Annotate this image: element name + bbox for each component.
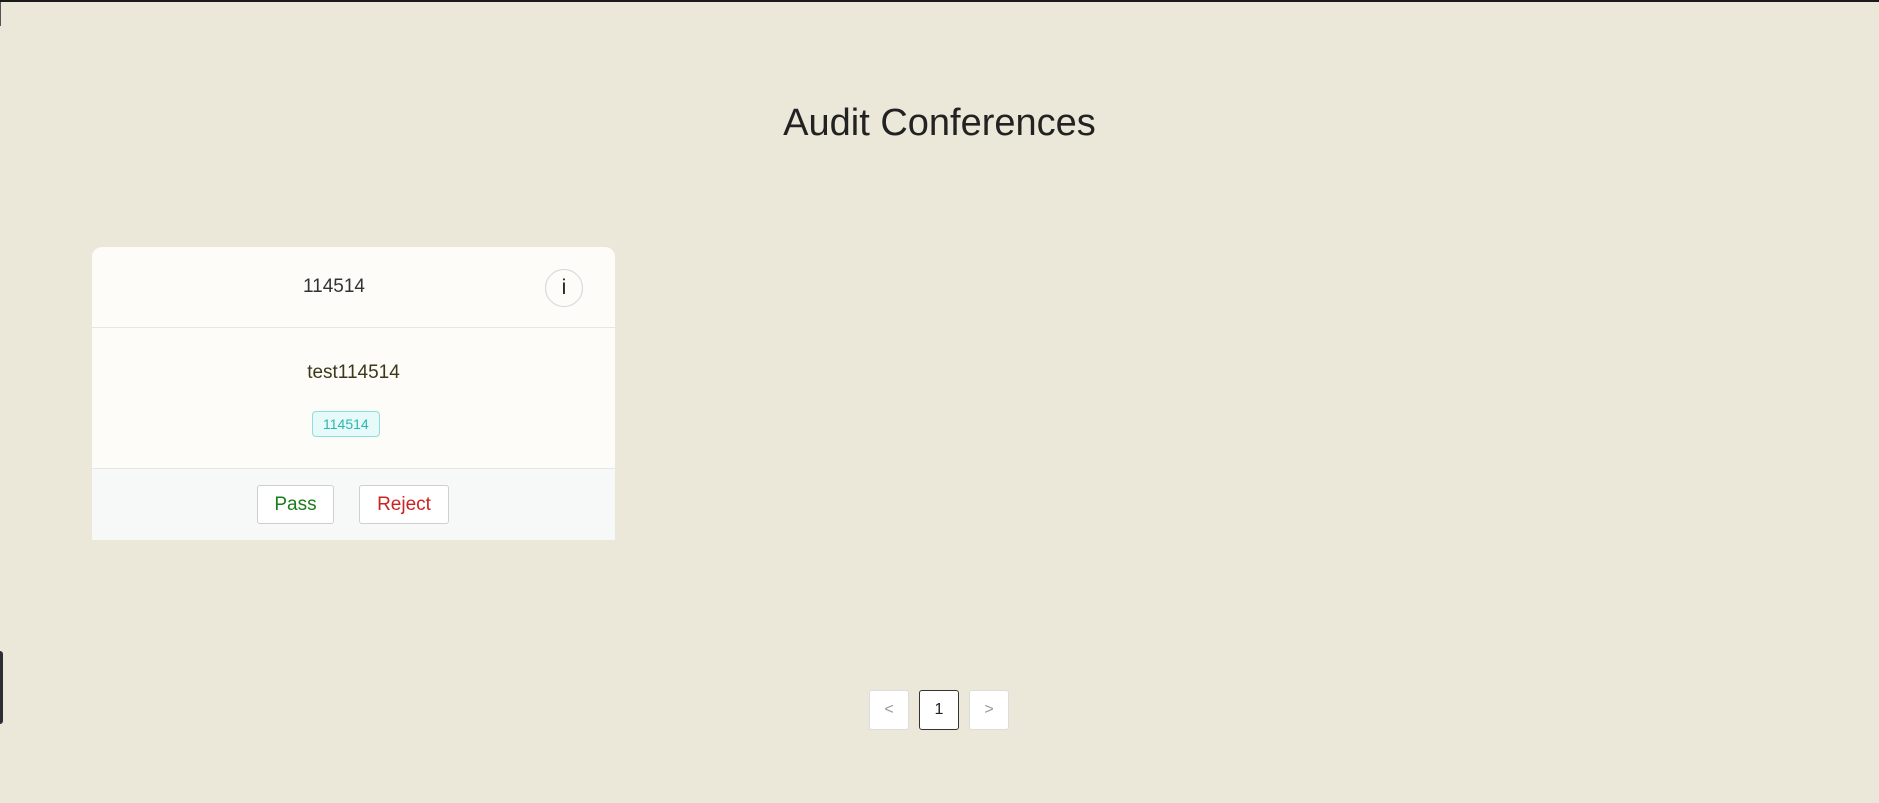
chevron-left-icon: <: [884, 701, 894, 718]
side-drawer-handle[interactable]: [0, 651, 3, 724]
card-footer: Pass Reject: [92, 468, 615, 540]
reject-button[interactable]: Reject: [359, 485, 449, 524]
prev-page-button[interactable]: <: [869, 690, 909, 730]
corner-marker: [0, 2, 1, 26]
card-body: test114514 114514: [92, 328, 615, 468]
conference-tag: 114514: [312, 411, 380, 437]
chevron-right-icon: >: [984, 701, 994, 718]
info-icon: i: [561, 276, 567, 299]
conference-name: test114514: [307, 362, 400, 383]
card-header-title: 114514: [303, 276, 365, 297]
card-header: 114514 i: [92, 247, 615, 328]
next-page-button[interactable]: >: [969, 690, 1009, 730]
page-title: Audit Conferences: [783, 102, 1096, 144]
conference-card: 114514 i test114514 114514 Pass Reject: [92, 247, 615, 540]
page-number-button[interactable]: 1: [919, 690, 959, 730]
window-top-border: [0, 0, 1879, 2]
info-button[interactable]: i: [545, 269, 583, 307]
pass-button[interactable]: Pass: [257, 485, 334, 524]
